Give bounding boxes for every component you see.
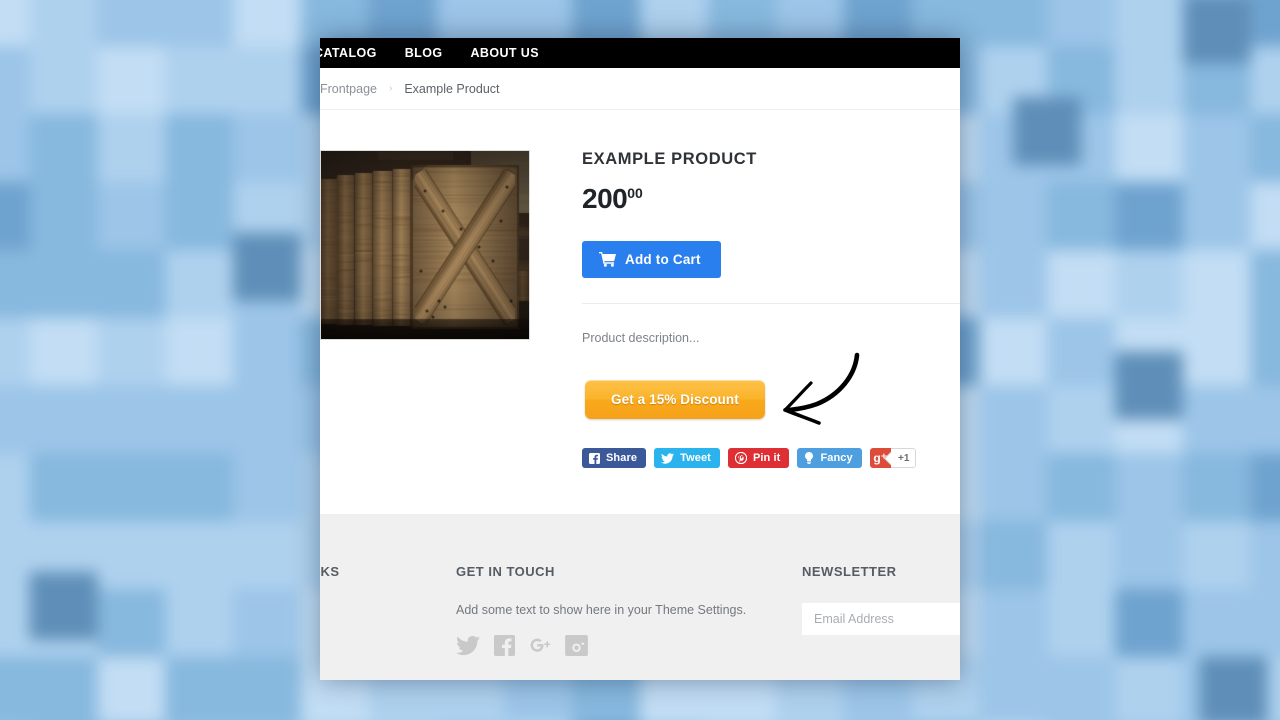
google-plus-icon[interactable] (529, 635, 551, 656)
hand-drawn-arrow-icon (767, 350, 862, 430)
twitter-icon (661, 452, 675, 464)
share-label-fancy: Fancy (820, 452, 853, 464)
price-cents: 00 (627, 185, 643, 201)
footer-heading-links: LINKS (320, 564, 340, 579)
product-image[interactable] (320, 150, 530, 340)
twitter-icon[interactable] (456, 635, 480, 656)
share-label-facebook: Share (606, 452, 638, 464)
nav-item-blog[interactable]: BLOG (405, 46, 443, 60)
get-discount-button[interactable]: Get a 15% Discount (585, 380, 765, 419)
add-to-cart-label: Add to Cart (625, 252, 701, 267)
footer-heading-get-in-touch: GET IN TOUCH (456, 564, 555, 579)
email-field[interactable] (802, 603, 960, 635)
nav-item-catalog[interactable]: CATALOG (320, 46, 377, 60)
breadcrumb-separator-icon: › (388, 83, 393, 94)
footer-column-get-in-touch: GET IN TOUCH Add some text to show here … (456, 564, 802, 680)
cart-icon (599, 252, 616, 267)
site-footer: LINKS GET IN TOUCH Add some text to show… (320, 514, 960, 680)
share-button-pinterest[interactable]: Pin it (727, 448, 790, 468)
product-details: EXAMPLE PRODUCT 200 00 Add to Cart Produ… (582, 150, 960, 544)
main-navigation: CATALOG BLOG ABOUT US (320, 38, 960, 68)
section-divider (582, 303, 960, 304)
product-photo-canvas (321, 151, 529, 339)
share-button-facebook[interactable]: Share (582, 448, 647, 468)
breadcrumb: Frontpage › Example Product (320, 68, 960, 110)
promo-row: Get a 15% Discount (582, 352, 960, 442)
share-button-twitter[interactable]: Tweet (654, 448, 720, 468)
footer-column-newsletter: NEWSLETTER (802, 564, 960, 680)
share-button-fancy[interactable]: Fancy (797, 448, 862, 468)
product-description: Product description... (582, 331, 700, 345)
nav-list: CATALOG BLOG ABOUT US (320, 38, 960, 68)
footer-social-icons (456, 635, 802, 656)
facebook-icon (589, 452, 600, 464)
google-plus-count: +1 (890, 448, 916, 468)
footer-heading-newsletter: NEWSLETTER (802, 564, 897, 579)
page-title: EXAMPLE PRODUCT (582, 150, 757, 168)
fancy-icon (804, 452, 814, 464)
breadcrumb-home[interactable]: Frontpage (320, 82, 377, 96)
pinterest-icon (734, 452, 747, 464)
share-label-twitter: Tweet (680, 452, 711, 464)
website-panel: CATALOG BLOG ABOUT US Frontpage › Exampl… (320, 38, 960, 680)
breadcrumb-current: Example Product (404, 81, 500, 96)
product-section: EXAMPLE PRODUCT 200 00 Add to Cart Produ… (320, 110, 960, 544)
social-share-bar: Share Tweet Pin it Fancy g⁺ +1 (582, 448, 960, 468)
share-label-pinterest: Pin it (752, 452, 781, 464)
add-to-cart-button[interactable]: Add to Cart (582, 241, 721, 278)
price-whole: 200 (582, 183, 628, 214)
facebook-icon[interactable] (494, 635, 515, 656)
product-media (320, 150, 582, 544)
share-button-google-plus[interactable]: g⁺ +1 (869, 448, 916, 468)
footer-touch-text: Add some text to show here in your Theme… (456, 603, 747, 617)
product-price: 200 00 (582, 183, 960, 215)
footer-column-links: LINKS (320, 564, 456, 680)
instagram-icon[interactable] (565, 635, 588, 656)
nav-item-about-us[interactable]: ABOUT US (470, 46, 538, 60)
